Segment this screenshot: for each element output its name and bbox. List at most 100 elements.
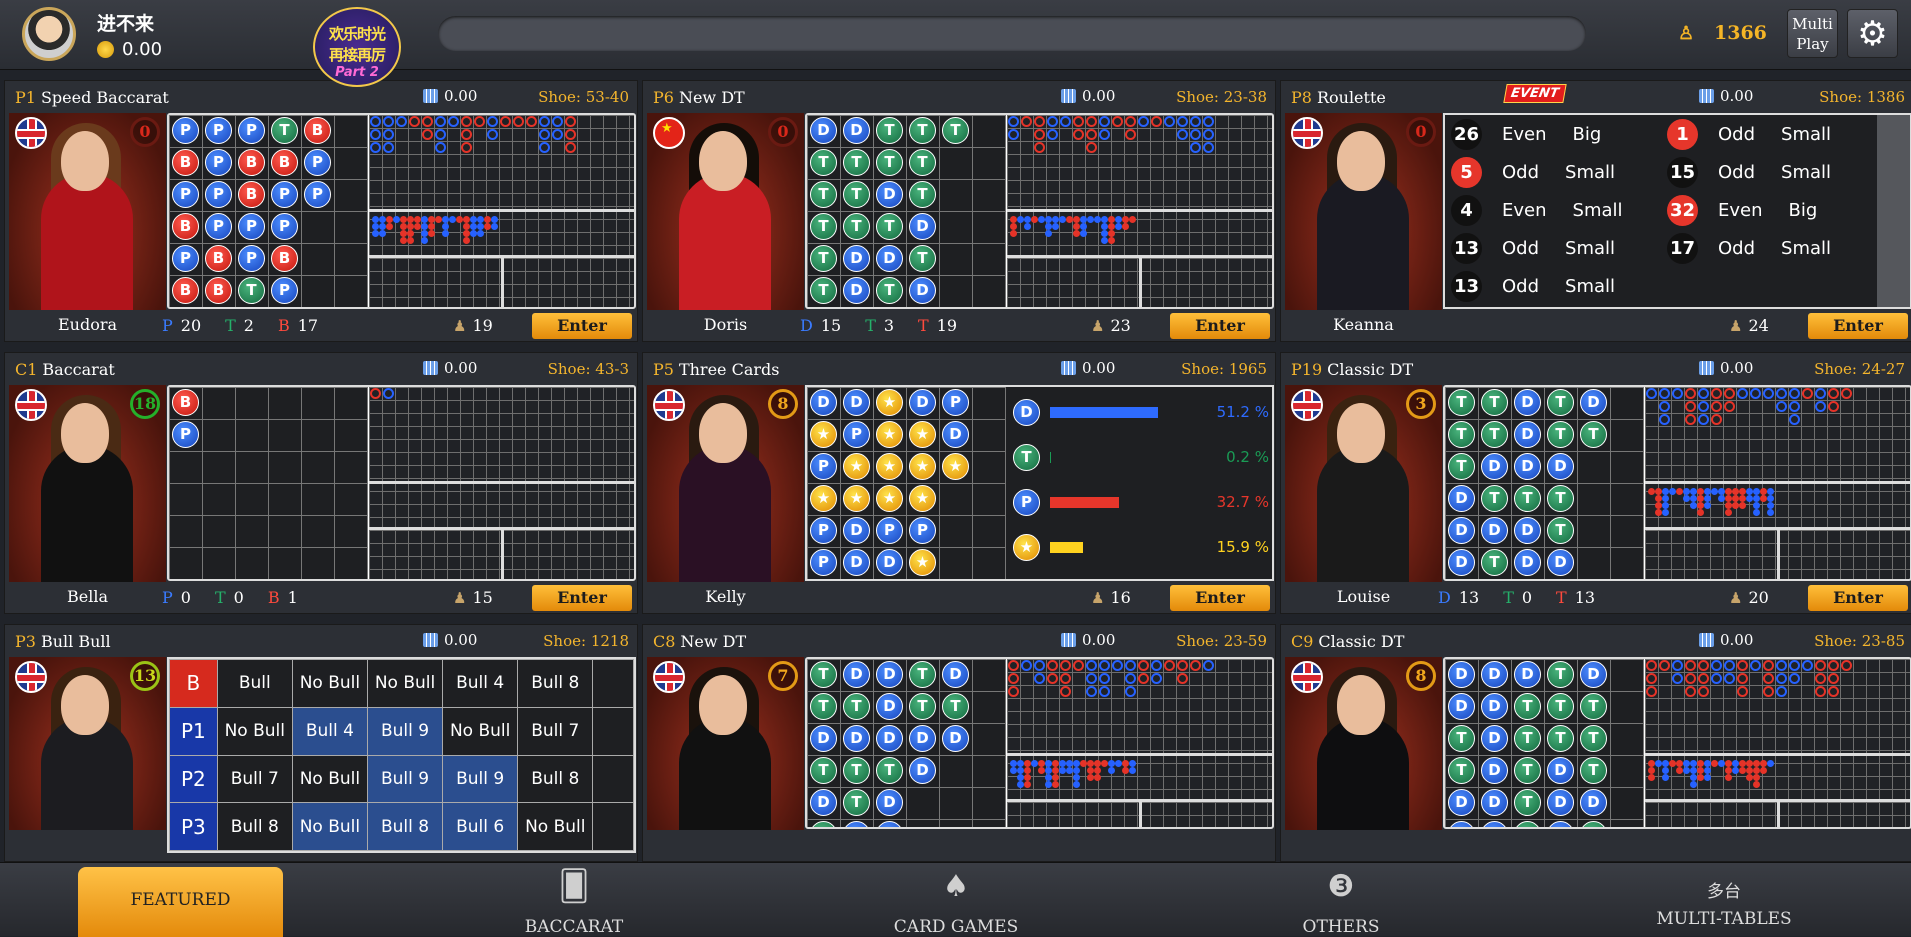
game-table-p19[interactable]: P19Classic DT0.00Shoe: 24-273TTTDDDTTDTD… <box>1280 352 1911 614</box>
stat-label: T <box>918 316 929 335</box>
bull-result-cell: No Bull <box>367 660 442 708</box>
game-table-p3[interactable]: P3Bull Bull0.00Shoe: 121813BBullNo BullN… <box>4 624 638 862</box>
derived-road-mark <box>442 223 449 230</box>
enter-button[interactable]: Enter <box>1170 313 1270 339</box>
bull-result-cell: No Bull <box>518 803 593 851</box>
dealer-video[interactable]: 0 <box>1285 113 1442 310</box>
bead-result: ★ <box>876 389 903 416</box>
dealer-video[interactable]: 8 <box>1285 657 1442 830</box>
derived-road-mark <box>1094 774 1101 781</box>
enter-button[interactable]: Enter <box>1808 585 1908 611</box>
user-avatar[interactable] <box>22 7 76 61</box>
derived-road-mark <box>1767 760 1774 767</box>
game-table-p1[interactable]: P1Speed Baccarat0.00Shoe: 53-400PBPBPBPP… <box>4 80 638 342</box>
big-road-mark <box>1763 686 1774 697</box>
derived-road-mark <box>1739 495 1746 502</box>
derived-road-mark <box>1676 760 1683 767</box>
players-icon: ♙ <box>1678 23 1704 43</box>
settings-button[interactable]: ⚙ <box>1847 9 1898 58</box>
result-stats: P20T2B17 <box>162 316 318 335</box>
derived-road-mark <box>428 216 435 223</box>
big-road-mark <box>1659 388 1670 399</box>
big-road-mark <box>1828 401 1839 412</box>
stat-tg: T13 <box>1556 588 1595 607</box>
bead-result: D <box>843 725 870 752</box>
roulette-result: 17OddSmall <box>1661 230 1876 267</box>
derived-road-mark <box>1010 767 1017 774</box>
game-table-p8[interactable]: P8RouletteEVENT0.00Shoe: 1386026EvenBig5… <box>1280 80 1911 342</box>
tab-card-games[interactable]: ♠ CARD GAMES <box>806 863 1106 937</box>
bead-result: P <box>271 277 298 304</box>
pool-value: 0.00 <box>1720 87 1753 105</box>
bead-result: ★ <box>909 549 936 576</box>
derived-road-mark <box>1732 502 1739 509</box>
table-id: P6 <box>653 88 674 107</box>
big-road-mark <box>1151 116 1162 127</box>
dealer-video[interactable]: 18 <box>9 385 166 582</box>
dealer-video[interactable]: 0 <box>9 113 166 310</box>
dealer-video[interactable]: 3 <box>1285 385 1442 582</box>
big-road-mark <box>1060 660 1071 671</box>
enter-button[interactable]: Enter <box>1808 313 1908 339</box>
promo-logo[interactable]: 欢乐时光 再接再厉 Part 2 <box>313 7 401 87</box>
player-count-value: 15 <box>472 588 492 607</box>
tab-baccarat[interactable]: 🂠 BACCARAT <box>424 863 724 937</box>
big-road-mark <box>1841 388 1852 399</box>
stat-label: D <box>800 316 813 335</box>
bull-result-cell: Bull 9 <box>367 707 442 755</box>
bead-road: BP <box>169 387 368 579</box>
tab-featured[interactable]: FEATURED <box>78 867 283 937</box>
enter-button[interactable]: Enter <box>532 585 632 611</box>
game-table-p6[interactable]: P6New DT0.00Shoe: 23-380DTTTTTDTTTDDTTDT… <box>642 80 1276 342</box>
big-road-mark <box>1737 388 1748 399</box>
bead-result: D <box>1514 389 1541 416</box>
enter-button[interactable]: Enter <box>1170 585 1270 611</box>
derived-road-mark <box>1024 767 1031 774</box>
big-road-mark <box>1828 686 1839 697</box>
enter-button[interactable]: Enter <box>532 313 632 339</box>
bull-result-cell: No Bull <box>217 707 292 755</box>
big-road-mark <box>1099 660 1110 671</box>
roulette-number: 32 <box>1667 195 1698 226</box>
big-road-mark <box>1646 686 1657 697</box>
big-road-mark <box>1763 673 1774 684</box>
derived-road-mark <box>1690 760 1697 767</box>
table-id: P8 <box>1291 88 1312 107</box>
big-road-mark <box>1047 116 1058 127</box>
table-name: Speed Baccarat <box>41 88 169 107</box>
bead-result: D <box>1514 517 1541 544</box>
stat-label: B <box>278 316 290 335</box>
dealer-video[interactable]: 8 <box>647 385 804 582</box>
game-table-c1[interactable]: C1Baccarat0.00Shoe: 43-318BPBellaP0T0B1♟… <box>4 352 638 614</box>
even-odd: Odd <box>1502 162 1539 183</box>
derived-road-mark <box>1767 509 1774 516</box>
stat-value: 0 <box>181 588 191 607</box>
bead-result: T <box>876 277 903 304</box>
dealer-video[interactable]: 13 <box>9 657 166 830</box>
dealer-name: Eudora <box>9 315 166 334</box>
table-pool: 0.00 <box>1699 359 1753 377</box>
shoe-info: Shoe: 23-85 <box>1814 632 1905 650</box>
dealer-video[interactable]: 0 <box>647 113 804 310</box>
game-table-c8[interactable]: C8New DT0.00Shoe: 23-597TTDTDTDTDTTDDDDT… <box>642 624 1276 862</box>
big-road-mark <box>1060 673 1071 684</box>
players-icon: ♟ <box>453 589 466 607</box>
multi-play-button[interactable]: Multi Play <box>1787 9 1838 58</box>
tab-others[interactable]: ❸ OTHERS <box>1191 863 1491 937</box>
chip-icon <box>1061 89 1076 103</box>
big-road <box>369 115 634 307</box>
bull-empty-cell <box>593 660 634 708</box>
dealer-video[interactable]: 7 <box>647 657 804 830</box>
game-table-p5[interactable]: P5Three Cards0.00Shoe: 19658D★P★PPDP★★DD… <box>642 352 1276 614</box>
odds-row: ★15.9 % <box>1013 532 1273 562</box>
bead-result: P <box>810 517 837 544</box>
derived-road-mark <box>1059 216 1066 223</box>
chip-icon <box>1699 89 1714 103</box>
derived-road-mark <box>1683 760 1690 767</box>
tab-multi-tables[interactable]: 多台 MULTI-TABLES <box>1574 863 1874 937</box>
big-road-mark <box>1125 673 1136 684</box>
derived-road-mark <box>421 223 428 230</box>
game-table-c9[interactable]: C9Classic DT0.00Shoe: 23-858DDTTDDDDDDDD… <box>1280 624 1911 862</box>
derived-road-mark <box>1753 488 1760 495</box>
derived-road-mark <box>1010 216 1017 223</box>
